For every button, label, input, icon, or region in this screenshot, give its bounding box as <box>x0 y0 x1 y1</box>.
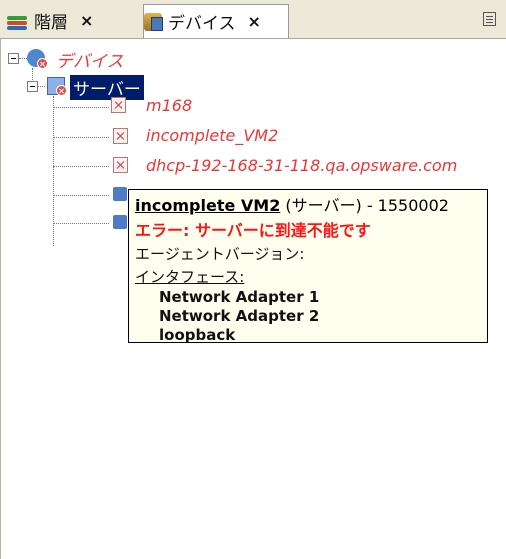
server-icon <box>113 187 127 201</box>
servers-group-icon <box>47 77 67 96</box>
tab-bar: 階層 × デバイス × <box>0 0 506 39</box>
devices-root-icon <box>27 49 48 69</box>
server-item[interactable]: m168 <box>146 96 192 115</box>
server-icon <box>113 215 127 229</box>
tree-node-servers[interactable]: サーバー <box>70 75 144 100</box>
tab-hierarchy[interactable]: 階層 × <box>6 5 141 35</box>
server-error-icon <box>111 97 126 113</box>
server-error-icon <box>113 128 128 144</box>
devices-icon <box>144 13 163 31</box>
tooltip-interfaces-label: インタフェース: <box>135 268 245 286</box>
tab-devices-label: デバイス <box>168 14 236 34</box>
tooltip-server-meta: (サーバー) - 1550002 <box>280 196 449 215</box>
server-item[interactable]: incomplete_VM2 <box>146 126 278 145</box>
tab-devices[interactable]: デバイス × <box>143 4 289 38</box>
collapse-servers-icon[interactable] <box>27 81 38 92</box>
interface-item: Network Adapter 2 <box>159 307 320 325</box>
server-item[interactable]: dhcp-192-168-31-118.qa.opsware.com <box>146 156 457 175</box>
interface-item: loopback <box>159 326 236 344</box>
server-error-icon <box>113 157 128 173</box>
tree-root-devices[interactable]: デバイス <box>56 47 124 72</box>
view-menu-icon[interactable] <box>483 12 496 26</box>
hierarchy-icon <box>6 10 28 30</box>
tab-hierarchy-label: 階層 <box>34 12 68 33</box>
tooltip-agent-version: エージェントバージョン: <box>135 245 305 263</box>
interface-item: Network Adapter 1 <box>159 288 320 306</box>
tooltip-title: incomplete VM2 (サーバー) - 1550002 <box>135 192 481 216</box>
error-badge-icon <box>37 58 48 69</box>
tooltip-server-name: incomplete VM2 <box>135 196 281 215</box>
collapse-root-icon[interactable] <box>8 53 19 64</box>
error-badge-icon <box>56 85 67 96</box>
tooltip-error: エラー: サーバーに到達不能です <box>135 221 371 240</box>
close-icon[interactable]: × <box>248 12 261 31</box>
close-icon[interactable]: × <box>80 11 93 30</box>
server-tooltip: incomplete VM2 (サーバー) - 1550002 エラー: サーバ… <box>128 189 488 344</box>
